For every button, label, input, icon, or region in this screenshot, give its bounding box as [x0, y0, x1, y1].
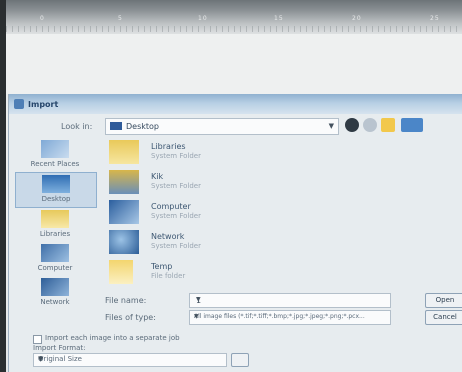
ruler-ticks — [6, 26, 462, 32]
libraries-icon — [41, 210, 69, 228]
separate-job-checkbox[interactable] — [33, 335, 42, 344]
look-in-label: Look in: — [61, 122, 93, 131]
ruler-mark: 20 — [352, 15, 362, 22]
open-button[interactable]: Open — [425, 293, 462, 308]
import-format-dropdown[interactable]: Original Size ▼ — [33, 353, 227, 367]
import-format-options-button[interactable] — [231, 353, 249, 367]
place-label: Desktop — [41, 195, 71, 203]
file-name: Computer — [151, 202, 191, 211]
cancel-button[interactable]: Cancel — [425, 310, 462, 325]
file-type: System Folder — [151, 212, 201, 220]
list-item[interactable]: Computer System Folder — [105, 198, 345, 228]
network-icon — [109, 230, 139, 254]
new-folder-icon[interactable] — [381, 118, 395, 132]
back-icon[interactable] — [345, 118, 359, 132]
file-name: Network — [151, 232, 185, 241]
file-type: System Folder — [151, 152, 201, 160]
ruler-mark: 5 — [118, 15, 123, 22]
look-in-dropdown[interactable]: Desktop ▼ — [105, 118, 339, 135]
user-folder-icon — [109, 170, 139, 194]
separate-job-label: Import each image into a separate job — [45, 334, 180, 342]
file-type: System Folder — [151, 182, 201, 190]
chevron-down-icon: ▼ — [196, 296, 201, 303]
folder-icon — [109, 260, 133, 284]
look-in-value: Desktop — [126, 122, 159, 131]
file-name-input[interactable]: 1 ▼ — [189, 293, 391, 308]
recent-places-icon — [41, 140, 69, 158]
dialog-title: Import — [28, 100, 59, 109]
place-desktop[interactable]: Desktop — [15, 172, 97, 208]
network-icon — [41, 278, 69, 296]
file-type: File folder — [151, 272, 186, 280]
place-label: Libraries — [39, 230, 71, 238]
photo-frame: 0 5 10 15 20 25 Import Look in: Desktop … — [0, 0, 462, 372]
place-label: Network — [40, 298, 70, 306]
ruler-mark: 10 — [198, 15, 208, 22]
file-name: Kik — [151, 172, 164, 181]
ruler-mark: 0 — [40, 15, 45, 22]
chevron-down-icon: ▼ — [38, 355, 44, 363]
file-list: Libraries System Folder Kik System Folde… — [105, 138, 345, 288]
desktop-icon — [42, 175, 70, 193]
place-libraries[interactable]: Libraries — [15, 208, 95, 242]
place-label: Recent Places — [30, 160, 80, 168]
place-computer[interactable]: Computer — [15, 242, 95, 276]
chevron-down-icon: ▼ — [328, 122, 334, 130]
file-name: Temp — [151, 262, 173, 271]
places-bar: Recent Places Desktop Libraries Computer… — [13, 138, 97, 313]
file-type: System Folder — [151, 242, 201, 250]
list-item[interactable]: Temp File folder — [105, 258, 345, 288]
ruler-mark: 25 — [430, 15, 440, 22]
top-ruler: 0 5 10 15 20 25 — [6, 0, 462, 34]
desktop-icon — [110, 122, 122, 130]
list-item[interactable]: Network System Folder — [105, 228, 345, 258]
list-item[interactable]: Libraries System Folder — [105, 138, 345, 168]
file-type-dropdown[interactable]: All image files (*.tif;*.tiff;*.bmp;*.jp… — [189, 310, 391, 325]
design-canvas[interactable] — [6, 34, 462, 94]
file-type-label: Files of type: — [105, 313, 156, 322]
dialog-titlebar[interactable]: Import — [9, 94, 462, 114]
app-icon — [14, 99, 24, 109]
computer-icon — [41, 244, 69, 262]
libraries-folder-icon — [109, 140, 139, 164]
file-name-label: File name: — [105, 296, 147, 305]
place-recent[interactable]: Recent Places — [15, 138, 95, 172]
chevron-down-icon: ▼ — [194, 313, 199, 320]
place-network[interactable]: Network — [15, 276, 95, 310]
computer-icon — [109, 200, 139, 224]
view-menu-icon[interactable] — [401, 118, 423, 132]
place-label: Computer — [37, 264, 73, 272]
up-folder-icon[interactable] — [363, 118, 377, 132]
list-item[interactable]: Kik System Folder — [105, 168, 345, 198]
ruler-mark: 15 — [274, 15, 284, 22]
import-dialog: Import Look in: Desktop ▼ Recent Places … — [8, 94, 462, 372]
import-format-label: Import Format: — [33, 344, 86, 352]
file-name: Libraries — [151, 142, 186, 151]
